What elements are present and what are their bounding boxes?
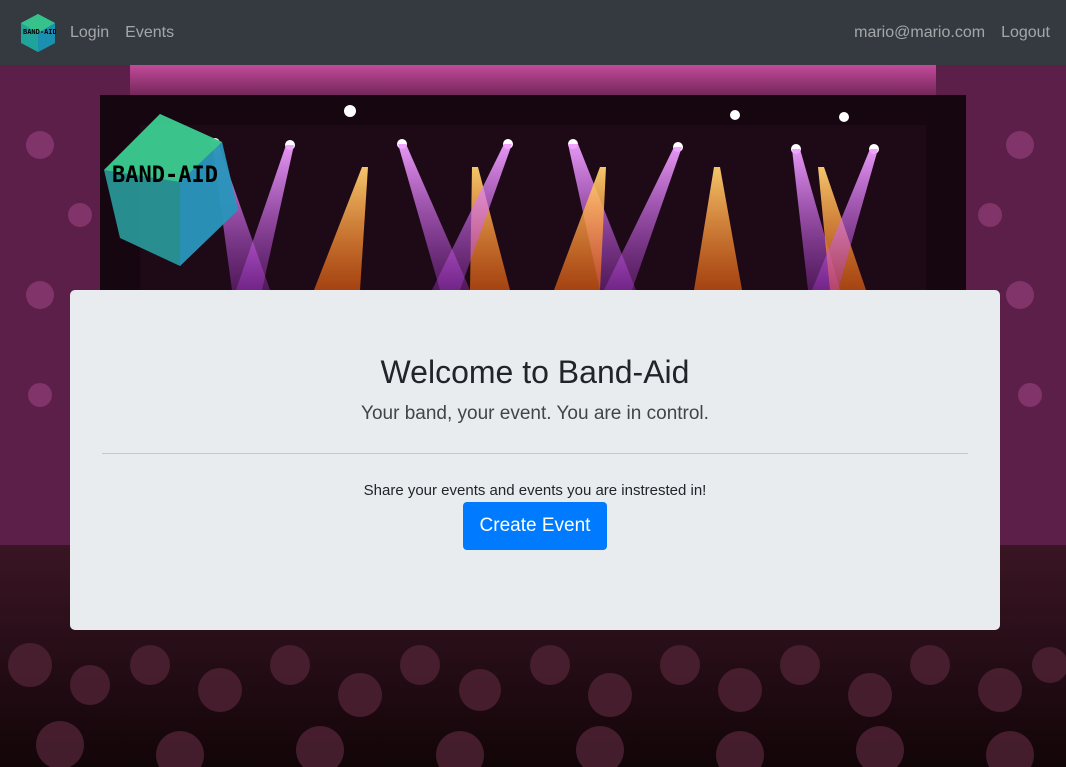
welcome-title: Welcome to Band-Aid xyxy=(380,354,690,390)
nav-events-link[interactable]: Events xyxy=(125,24,174,42)
user-email-link[interactable]: mario@mario.com xyxy=(854,24,985,42)
logout-link[interactable]: Logout xyxy=(1001,24,1050,42)
brand-logo-text: BAND-AID xyxy=(23,28,56,36)
band-aid-logo-text: BAND-AID xyxy=(112,163,218,188)
create-event-button[interactable]: Create Event xyxy=(463,502,607,550)
navbar: BAND-AID Login Events mario@mario.com Lo… xyxy=(0,0,1066,65)
welcome-jumbotron: Welcome to Band-Aid Your band, your even… xyxy=(70,290,1000,630)
welcome-text: Share your events and events you are ins… xyxy=(363,482,707,499)
band-aid-logo: BAND-AID xyxy=(102,112,262,268)
nav-login-link[interactable]: Login xyxy=(70,24,109,42)
divider xyxy=(102,453,968,454)
brand-logo-icon[interactable]: BAND-AID xyxy=(20,13,56,53)
welcome-lead: Your band, your event. You are in contro… xyxy=(361,403,709,424)
nav-right: mario@mario.com Logout xyxy=(838,24,1050,42)
